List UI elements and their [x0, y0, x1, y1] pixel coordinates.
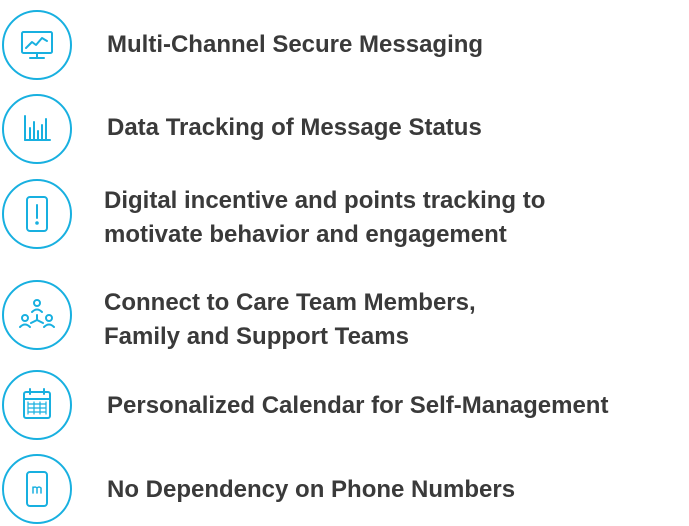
feature-item-secure-messaging: Multi-Channel Secure Messaging: [0, 10, 689, 82]
feature-item-data-tracking: Data Tracking of Message Status: [0, 94, 689, 166]
feature-item-calendar: Personalized Calendar for Self-Managemen…: [0, 370, 689, 442]
feature-label-line: Data Tracking of Message Status: [107, 114, 482, 141]
feature-label-line: No Dependency on Phone Numbers: [107, 476, 516, 503]
feature-item-incentive-tracking: Digital incentive and points tracking to…: [0, 179, 689, 251]
feature-label-line: Digital incentive and points tracking to: [104, 187, 546, 214]
feature-item-care-team: Connect to Care Team Members, Family and…: [0, 280, 689, 352]
feature-label-line: motivate behavior and engagement: [104, 221, 507, 248]
team-network-icon: [2, 280, 72, 350]
bar-chart-icon: [2, 94, 72, 164]
calendar-icon: [2, 370, 72, 440]
feature-label-line: Multi-Channel Secure Messaging: [107, 31, 484, 58]
feature-list: Multi-Channel Secure Messaging Data Trac…: [0, 0, 689, 525]
phone-m-icon: [2, 454, 72, 524]
phone-exclamation-icon: [2, 179, 72, 249]
feature-label-line: Personalized Calendar for Self-Managemen…: [107, 392, 609, 419]
monitor-chart-icon: [2, 10, 72, 80]
feature-label-line: Connect to Care Team Members,: [104, 289, 476, 316]
feature-item-no-phone-dependency: No Dependency on Phone Numbers: [0, 454, 689, 526]
feature-label-line: Family and Support Teams: [104, 323, 409, 350]
